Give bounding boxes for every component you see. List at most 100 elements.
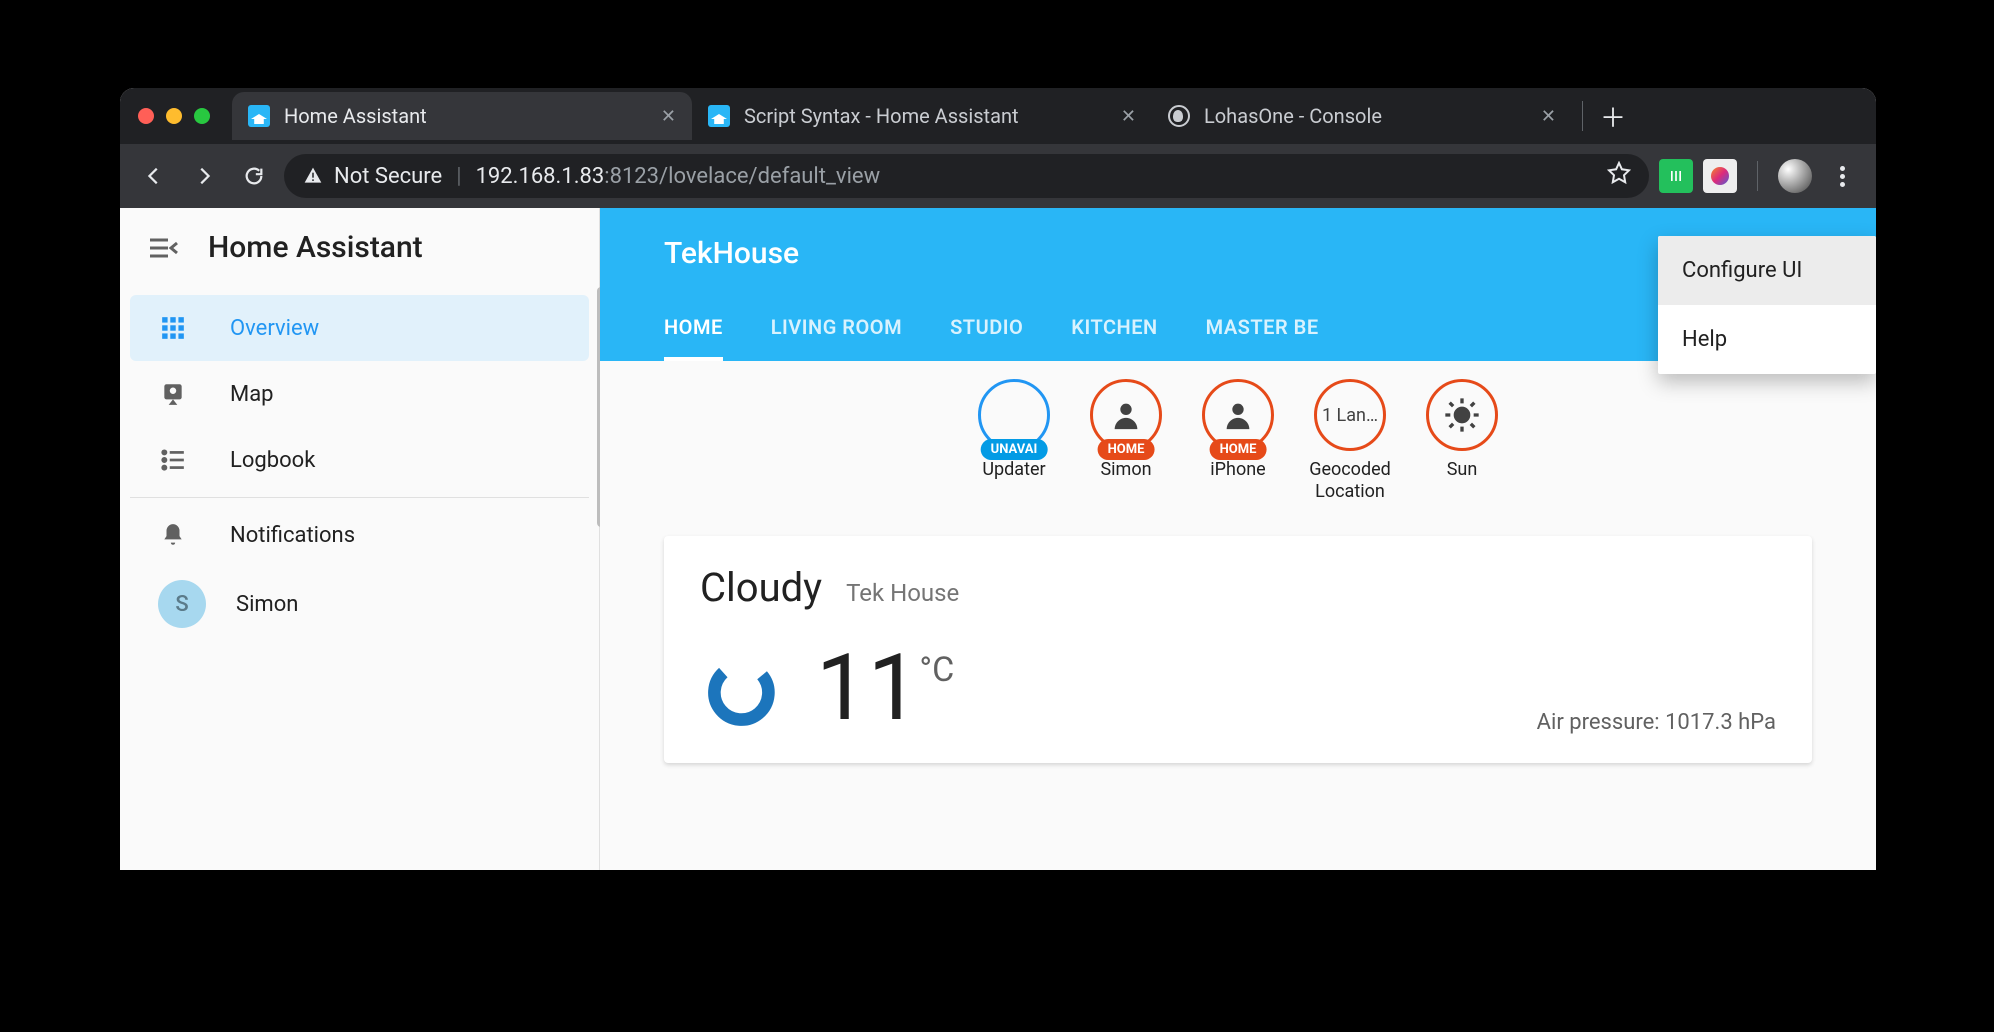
browser-menu-button[interactable] — [1822, 156, 1862, 196]
browser-tab[interactable]: LohasOne - Console ✕ — [1152, 92, 1572, 140]
badge-pill: UNAVAI — [981, 439, 1048, 460]
sidebar-item-label: Overview — [230, 316, 319, 341]
page-content: Home Assistant Overview Map — [120, 208, 1876, 870]
grid-icon — [158, 315, 188, 341]
list-icon — [158, 447, 188, 473]
maximize-window-button[interactable] — [194, 108, 210, 124]
sidebar-header: Home Assistant — [120, 208, 599, 287]
close-tab-icon[interactable]: ✕ — [1121, 106, 1136, 127]
home-assistant-favicon-icon — [708, 105, 730, 127]
sidebar: Home Assistant Overview Map — [120, 208, 600, 870]
badge-pill: HOME — [1098, 439, 1155, 460]
badge-sun[interactable]: Sun — [1412, 379, 1512, 502]
globe-favicon-icon — [1168, 105, 1190, 127]
sidebar-item-label: Simon — [236, 592, 298, 617]
close-tab-icon[interactable]: ✕ — [1541, 106, 1556, 127]
divider: | — [456, 164, 461, 189]
badge-circle: UNAVAI — [978, 379, 1050, 451]
badge-circle — [1426, 379, 1498, 451]
badge-geocoded-location[interactable]: 1 Lan… Geocoded Location — [1300, 379, 1400, 502]
badge-circle: HOME — [1090, 379, 1162, 451]
badge-inner-text: 1 Lan… — [1322, 405, 1378, 426]
forward-button[interactable] — [184, 156, 224, 196]
menu-item-help[interactable]: Help — [1658, 305, 1876, 374]
sidebar-item-notifications[interactable]: Notifications — [130, 502, 589, 568]
user-avatar-icon: S — [158, 580, 206, 628]
main-content: TekHouse HOME LIVING ROOM STUDIO KITCHEN… — [600, 208, 1876, 870]
sidebar-item-label: Map — [230, 382, 274, 407]
back-button[interactable] — [134, 156, 174, 196]
weather-glyph-icon — [700, 644, 790, 734]
badge-label: Simon — [1100, 459, 1151, 481]
tab-title: Home Assistant — [284, 104, 647, 128]
tab-title: LohasOne - Console — [1204, 104, 1527, 128]
reload-button[interactable] — [234, 156, 274, 196]
close-tab-icon[interactable]: ✕ — [661, 106, 676, 127]
badge-circle: 1 Lan… — [1314, 379, 1386, 451]
warning-triangle-icon — [302, 166, 324, 186]
weather-condition: Cloudy — [700, 564, 822, 611]
close-window-button[interactable] — [138, 108, 154, 124]
tab-studio[interactable]: STUDIO — [950, 301, 1023, 361]
sidebar-item-label: Logbook — [230, 448, 315, 473]
sidebar-divider — [130, 497, 589, 498]
weather-location: Tek House — [846, 579, 959, 607]
toolbar-separator — [1757, 161, 1758, 191]
tab-kitchen[interactable]: KITCHEN — [1071, 301, 1157, 361]
badges-row: UNAVAI Updater HOME Simon HOME — [600, 361, 1876, 512]
sidebar-item-map[interactable]: Map — [130, 361, 589, 427]
browser-chrome: Home Assistant ✕ Script Syntax - Home As… — [120, 88, 1876, 208]
weather-card[interactable]: Cloudy Tek House 11°C Air pressure: 1017… — [664, 536, 1812, 763]
badge-pill: HOME — [1210, 439, 1267, 460]
app-title: Home Assistant — [208, 230, 423, 265]
sidebar-item-logbook[interactable]: Logbook — [130, 427, 589, 493]
badge-label: Sun — [1447, 459, 1478, 481]
extension-icon[interactable] — [1659, 159, 1693, 193]
tab-separator — [1582, 101, 1583, 131]
tab-home[interactable]: HOME — [664, 301, 723, 361]
person-icon — [1221, 398, 1255, 432]
window-controls — [138, 108, 210, 124]
air-pressure: Air pressure: 1017.3 hPa — [1537, 710, 1776, 735]
sun-icon — [1442, 395, 1482, 435]
map-marker-icon — [158, 381, 188, 407]
profile-avatar-button[interactable] — [1778, 159, 1812, 193]
not-secure-indicator[interactable]: Not Secure — [302, 164, 442, 189]
url-text: 192.168.1.83:8123/lovelace/default_view — [476, 164, 881, 189]
badge-iphone[interactable]: HOME iPhone — [1188, 379, 1288, 502]
browser-toolbar: Not Secure | 192.168.1.83:8123/lovelace/… — [120, 144, 1876, 208]
badge-label: iPhone — [1210, 459, 1265, 481]
kebab-menu-icon — [1840, 166, 1845, 187]
home-assistant-favicon-icon — [248, 105, 270, 127]
browser-tab[interactable]: Script Syntax - Home Assistant ✕ — [692, 92, 1152, 140]
browser-window: Home Assistant ✕ Script Syntax - Home As… — [120, 88, 1876, 870]
badge-label: Geocoded Location — [1300, 459, 1400, 502]
temperature-block: 11°C — [700, 643, 954, 735]
temperature-value: 11°C — [816, 643, 954, 735]
tab-master-bedroom[interactable]: MASTER BE — [1206, 301, 1319, 361]
overflow-menu: Configure UI Help — [1658, 236, 1876, 374]
person-icon — [1109, 398, 1143, 432]
menu-item-configure-ui[interactable]: Configure UI — [1658, 236, 1876, 305]
weather-card-body: 11°C Air pressure: 1017.3 hPa — [700, 643, 1776, 735]
tab-living-room[interactable]: LIVING ROOM — [771, 301, 902, 361]
tab-title: Script Syntax - Home Assistant — [744, 104, 1107, 128]
sidebar-item-user[interactable]: S Simon — [130, 568, 589, 640]
sidebar-nav: Overview Map Logbook — [120, 287, 599, 640]
badge-updater[interactable]: UNAVAI Updater — [964, 379, 1064, 502]
badge-simon[interactable]: HOME Simon — [1076, 379, 1176, 502]
badge-label: Updater — [982, 459, 1045, 481]
sidebar-item-label: Notifications — [230, 523, 355, 548]
tab-bar: Home Assistant ✕ Script Syntax - Home As… — [120, 88, 1876, 144]
browser-tab[interactable]: Home Assistant ✕ — [232, 92, 692, 140]
new-tab-button[interactable]: ＋ — [1593, 96, 1633, 136]
sidebar-item-overview[interactable]: Overview — [130, 295, 589, 361]
minimize-window-button[interactable] — [166, 108, 182, 124]
weather-card-header: Cloudy Tek House — [700, 564, 1776, 611]
extension-instagram-icon[interactable] — [1703, 159, 1737, 193]
address-bar[interactable]: Not Secure | 192.168.1.83:8123/lovelace/… — [284, 154, 1649, 198]
collapse-sidebar-button[interactable] — [148, 236, 178, 260]
bookmark-star-icon[interactable] — [1607, 161, 1631, 191]
badge-circle: HOME — [1202, 379, 1274, 451]
bell-icon — [158, 522, 188, 548]
